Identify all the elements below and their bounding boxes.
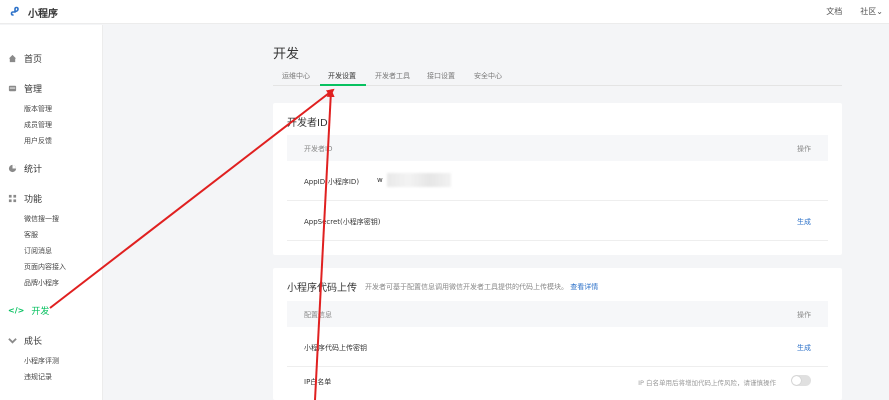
- header-config-info: 配置信息: [304, 311, 332, 319]
- developer-id-card: 开发者ID 开发者ID 操作 AppID(小程序ID) w AppSecret(…: [273, 103, 842, 255]
- header-developer-id: 开发者ID: [304, 145, 333, 153]
- generate-secret-button[interactable]: 生成: [797, 217, 811, 227]
- sidebar-item-brand[interactable]: 品牌小程序: [24, 278, 59, 288]
- code-icon: </>: [8, 306, 25, 315]
- docs-link[interactable]: 文档: [826, 6, 842, 17]
- app-logo[interactable]: 小程序: [8, 4, 58, 20]
- appid-value: w: [377, 173, 451, 187]
- header-action: 操作: [797, 145, 811, 153]
- upload-table-header: 配置信息 操作: [287, 301, 828, 327]
- miniprogram-logo-icon: [8, 4, 24, 20]
- grid-icon: [8, 194, 17, 203]
- appid-value-text: w: [377, 176, 383, 184]
- community-label: 社区: [860, 7, 877, 16]
- code-upload-description: 开发者可基于配置信息调用微信开发者工具提供的代码上传模块。: [365, 282, 568, 291]
- tab-security-center[interactable]: 安全中心: [474, 71, 502, 81]
- sidebar-item-search[interactable]: 微信搜一搜: [24, 214, 59, 224]
- view-details-link[interactable]: 查看详情: [570, 283, 598, 291]
- header-upload-action: 操作: [797, 311, 811, 319]
- sidebar-item-growth[interactable]: 成长: [8, 334, 42, 347]
- sidebar-item-features[interactable]: 功能: [8, 192, 42, 205]
- home-icon: [8, 54, 17, 63]
- page-title: 开发: [273, 47, 300, 62]
- sidebar-item-dev[interactable]: </> 开发: [8, 304, 49, 317]
- app-title: 小程序: [28, 8, 58, 20]
- sidebar-label-growth: 成长: [24, 337, 43, 347]
- ip-whitelist-hint: IP 白名单用后将增加代码上传风险，请谨慎操作: [638, 379, 776, 387]
- community-menu[interactable]: 社区⌄: [860, 6, 883, 17]
- sidebar-item-review[interactable]: 小程序评测: [24, 356, 59, 366]
- tab-bar: 运维中心 开发设置 开发者工具 接口设置 安全中心: [273, 66, 842, 86]
- code-upload-title: 小程序代码上传: [287, 283, 357, 294]
- chevron-down-icon: ⌄: [876, 7, 883, 16]
- sidebar-label-home: 首页: [24, 55, 43, 65]
- appsecret-label: AppSecret(小程序密钥): [304, 218, 381, 226]
- sidebar-item-version[interactable]: 版本管理: [24, 104, 52, 114]
- manage-icon: [8, 85, 17, 92]
- sidebar-item-service[interactable]: 客服: [24, 230, 38, 240]
- sidebar-label-features: 功能: [24, 195, 43, 205]
- appid-label: AppID(小程序ID): [304, 178, 360, 186]
- sidebar-item-subscribe[interactable]: 订阅消息: [24, 246, 52, 256]
- ip-whitelist-toggle[interactable]: [791, 375, 811, 386]
- sidebar-item-violations[interactable]: 违规记录: [24, 372, 52, 382]
- developer-id-table-header: 开发者ID 操作: [287, 135, 828, 161]
- ip-whitelist-label: IP白名单: [304, 378, 332, 386]
- sidebar-label-manage: 管理: [24, 85, 43, 95]
- generate-upload-key-button[interactable]: 生成: [797, 343, 811, 353]
- tab-api-settings[interactable]: 接口设置: [427, 71, 455, 81]
- sidebar-item-members[interactable]: 成员管理: [24, 120, 52, 130]
- code-upload-header: 小程序代码上传 开发者可基于配置信息调用微信开发者工具提供的代码上传模块。 查看…: [287, 279, 598, 295]
- sidebar-label-dev: 开发: [31, 307, 50, 317]
- tab-dev-tools[interactable]: 开发者工具: [375, 71, 410, 81]
- appsecret-row: AppSecret(小程序密钥) 生成: [287, 201, 828, 241]
- code-upload-subtitle: 开发者可基于配置信息调用微信开发者工具提供的代码上传模块。 查看详情: [365, 282, 598, 292]
- upload-key-label: 小程序代码上传密钥: [304, 344, 367, 352]
- ip-whitelist-row: IP白名单 IP 白名单用后将增加代码上传风险，请谨慎操作: [287, 367, 828, 400]
- sidebar-item-stats[interactable]: 统计: [8, 162, 42, 175]
- code-upload-card: 小程序代码上传 开发者可基于配置信息调用微信开发者工具提供的代码上传模块。 查看…: [273, 268, 842, 400]
- developer-id-title: 开发者ID: [287, 118, 328, 129]
- top-bar: 小程序 文档 社区⌄: [0, 0, 889, 24]
- pie-chart-icon: [8, 164, 17, 173]
- sidebar: 首页 管理 版本管理 成员管理 用户反馈 统计 功能 微信搜一搜 客服 订阅消息…: [0, 25, 103, 400]
- tab-ops-center[interactable]: 运维中心: [282, 71, 310, 81]
- tab-dev-settings[interactable]: 开发设置: [328, 71, 356, 81]
- upload-key-row: 小程序代码上传密钥 生成: [287, 327, 828, 367]
- sidebar-item-feedback[interactable]: 用户反馈: [24, 136, 52, 146]
- sidebar-item-home[interactable]: 首页: [8, 52, 42, 65]
- sidebar-label-stats: 统计: [24, 165, 43, 175]
- active-tab-indicator: [320, 84, 366, 86]
- sidebar-item-manage[interactable]: 管理: [8, 82, 42, 95]
- appid-row: AppID(小程序ID) w: [287, 161, 828, 201]
- appid-redacted: [386, 173, 451, 187]
- sidebar-item-content[interactable]: 页面内容接入: [24, 262, 66, 272]
- growth-icon: [8, 338, 17, 344]
